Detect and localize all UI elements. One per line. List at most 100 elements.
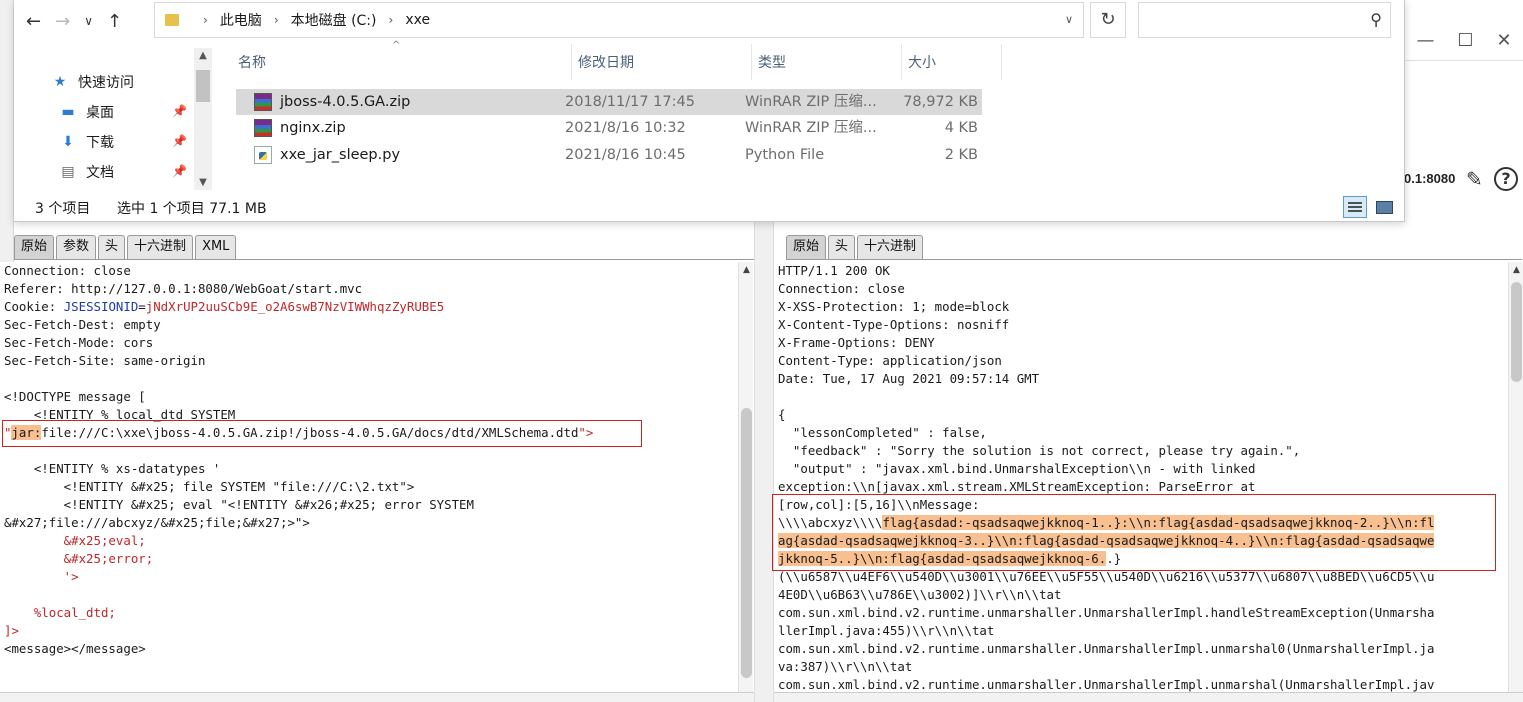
- cookie-key: JSESSIONID: [63, 299, 139, 314]
- column-type[interactable]: 类型: [752, 44, 902, 80]
- document-icon: ▤: [61, 164, 75, 180]
- cookie-eq: =: [138, 299, 146, 314]
- selection-info: 选中 1 个项目 77.1 MB: [117, 201, 267, 217]
- split-divider[interactable]: [754, 222, 774, 702]
- code-line: Connection: close: [778, 281, 905, 296]
- file-size: 2 KB: [944, 147, 978, 163]
- navigation-pane: ★ 快速访问 ▬ 桌面 📌 ⬇ 下载 📌 ▤ 文档 📌: [14, 44, 212, 190]
- code-line: <!DOCTYPE message [: [4, 389, 146, 404]
- tab-xml[interactable]: XML: [195, 235, 237, 259]
- code-line: exception:\\n[javax.xml.stream.XMLStream…: [778, 479, 1256, 494]
- file-name: xxe_jar_sleep.py: [280, 147, 401, 163]
- nav-quick-access[interactable]: ★ 快速访问: [50, 70, 134, 94]
- chevron-right-icon[interactable]: ›: [274, 13, 279, 27]
- file-row[interactable]: xxe_jar_sleep.py 2021/8/16 10:45 Python …: [236, 142, 982, 168]
- nav-label: 桌面: [86, 105, 114, 121]
- forward-icon[interactable]: →: [55, 11, 70, 32]
- response-search-bar: [774, 692, 1523, 702]
- breadcrumb-xxe[interactable]: xxe: [405, 12, 430, 28]
- response-scrollbar[interactable]: ▲: [1508, 262, 1523, 692]
- refresh-button[interactable]: ↻: [1090, 2, 1126, 38]
- pin-icon[interactable]: 📌: [172, 134, 187, 148]
- code-line: Sec-Fetch-Site: same-origin: [4, 353, 206, 368]
- column-name[interactable]: 名称: [232, 44, 572, 80]
- pin-icon[interactable]: 📌: [172, 104, 187, 118]
- tab-hex[interactable]: 十六进制: [857, 235, 924, 259]
- chevron-right-icon[interactable]: ›: [203, 13, 208, 27]
- file-row[interactable]: jboss-4.0.5.GA.zip 2018/11/17 17:45 WinR…: [236, 89, 982, 115]
- code-line: com.sun.xml.bind.v2.runtime.unmarshaller…: [778, 641, 1435, 656]
- code-line: Sec-Fetch-Mode: cors: [4, 335, 154, 350]
- column-date[interactable]: 修改日期: [572, 44, 752, 80]
- tab-raw[interactable]: 原始: [14, 235, 55, 259]
- file-name: jboss-4.0.5.GA.zip: [280, 94, 411, 110]
- chevron-down-icon[interactable]: ∨: [1065, 13, 1073, 26]
- back-icon[interactable]: ←: [26, 11, 41, 32]
- flag-line: jkknoq-5..}\\n:flag{asdad-qsadsaqwejkkno…: [778, 551, 1107, 566]
- minimize-icon[interactable]: —: [1416, 30, 1434, 51]
- code-line: "lessonCompleted" : false,: [778, 425, 987, 440]
- nav-documents[interactable]: ▤ 文档: [58, 160, 114, 184]
- scroll-up-icon[interactable]: ▲: [739, 262, 754, 278]
- nav-downloads[interactable]: ⬇ 下载: [58, 130, 114, 154]
- code-line: {: [778, 407, 786, 422]
- column-size[interactable]: 大小: [902, 44, 1002, 80]
- chevron-right-icon[interactable]: ›: [389, 13, 394, 27]
- close-icon[interactable]: ✕: [1496, 30, 1511, 51]
- nav-label: 文档: [86, 165, 114, 181]
- search-input[interactable]: ⚲: [1138, 2, 1391, 38]
- edit-target-icon[interactable]: ✎: [1466, 168, 1488, 190]
- breadcrumb-this-pc[interactable]: 此电脑: [220, 10, 262, 30]
- breadcrumb-drive-c[interactable]: 本地磁盘 (C:): [291, 10, 377, 30]
- flag-line: flag{asdad:-qsadsaqwejkknoq-1..}:\\n:fla…: [882, 515, 1435, 530]
- tab-params[interactable]: 参数: [56, 235, 97, 259]
- help-icon[interactable]: ?: [1494, 167, 1518, 191]
- code-line: Sec-Fetch-Dest: empty: [4, 317, 161, 332]
- code-line: com.sun.xml.bind.v2.runtime.unmarshaller…: [778, 677, 1435, 692]
- code-line: %local_dtd;: [4, 605, 116, 620]
- recent-dropdown-icon[interactable]: ∨: [84, 14, 93, 28]
- star-icon: ★: [53, 74, 67, 90]
- request-scrollbar[interactable]: ▲: [738, 262, 753, 692]
- code-line: Content-Type: application/json: [778, 353, 1002, 368]
- jar-scheme: jar:: [11, 425, 42, 440]
- file-date: 2021/8/16 10:32: [565, 120, 686, 136]
- scroll-up-icon[interactable]: ▲: [1509, 262, 1523, 278]
- python-file-icon: [254, 146, 272, 164]
- cookie-label: Cookie:: [4, 299, 64, 314]
- code-line: '>: [4, 569, 79, 584]
- navigation-scrollbar[interactable]: ▲ ▼: [194, 48, 212, 190]
- file-size: 4 KB: [944, 120, 978, 136]
- details-view-icon[interactable]: [1343, 196, 1367, 218]
- code-line: <!ENTITY % local_dtd SYSTEM: [4, 407, 236, 422]
- nav-desktop[interactable]: ▬ 桌面: [58, 100, 114, 124]
- navigation-buttons: ← → ∨ ↑: [26, 6, 122, 36]
- code-line: <!ENTITY &#x25; file SYSTEM "file:///C:\…: [4, 479, 415, 494]
- scroll-thumb[interactable]: [196, 70, 210, 102]
- burp-toolbar-area: [1405, 60, 1523, 220]
- file-row[interactable]: nginx.zip 2021/8/16 10:32 WinRAR ZIP 压缩.…: [236, 115, 982, 141]
- code-line: X-XSS-Protection: 1; mode=block: [778, 299, 1010, 314]
- item-count: 3 个项目: [35, 201, 91, 217]
- winrar-archive-icon: [254, 119, 272, 137]
- scroll-down-icon[interactable]: ▼: [194, 177, 212, 188]
- tab-hex[interactable]: 十六进制: [127, 235, 194, 259]
- address-bar[interactable]: › 此电脑 › 本地磁盘 (C:) › xxe ∨: [154, 2, 1084, 38]
- jar-close: ">: [578, 425, 594, 440]
- code-line: Referer: http://127.0.0.1:8080/WebGoat/s…: [4, 281, 363, 296]
- maximize-icon[interactable]: ☐: [1457, 30, 1473, 51]
- tab-headers[interactable]: 头: [828, 235, 856, 259]
- window-controls: — ☐ ✕: [1405, 20, 1523, 60]
- pin-icon[interactable]: 📌: [172, 164, 187, 178]
- scroll-thumb[interactable]: [741, 408, 752, 678]
- scroll-up-icon[interactable]: ▲: [194, 50, 212, 61]
- response-viewer[interactable]: HTTP/1.1 200 OK Connection: close X-XSS-…: [774, 262, 1508, 692]
- message-prefix: \\\\abcxyz\\\\: [778, 515, 883, 530]
- large-icons-view-icon[interactable]: [1372, 196, 1396, 218]
- request-editor[interactable]: Connection: close Referer: http://127.0.…: [0, 262, 738, 692]
- tab-headers[interactable]: 头: [98, 235, 126, 259]
- download-icon: ⬇: [62, 134, 74, 150]
- up-icon[interactable]: ↑: [107, 11, 122, 32]
- tab-raw[interactable]: 原始: [786, 235, 827, 259]
- scroll-thumb[interactable]: [1511, 282, 1522, 382]
